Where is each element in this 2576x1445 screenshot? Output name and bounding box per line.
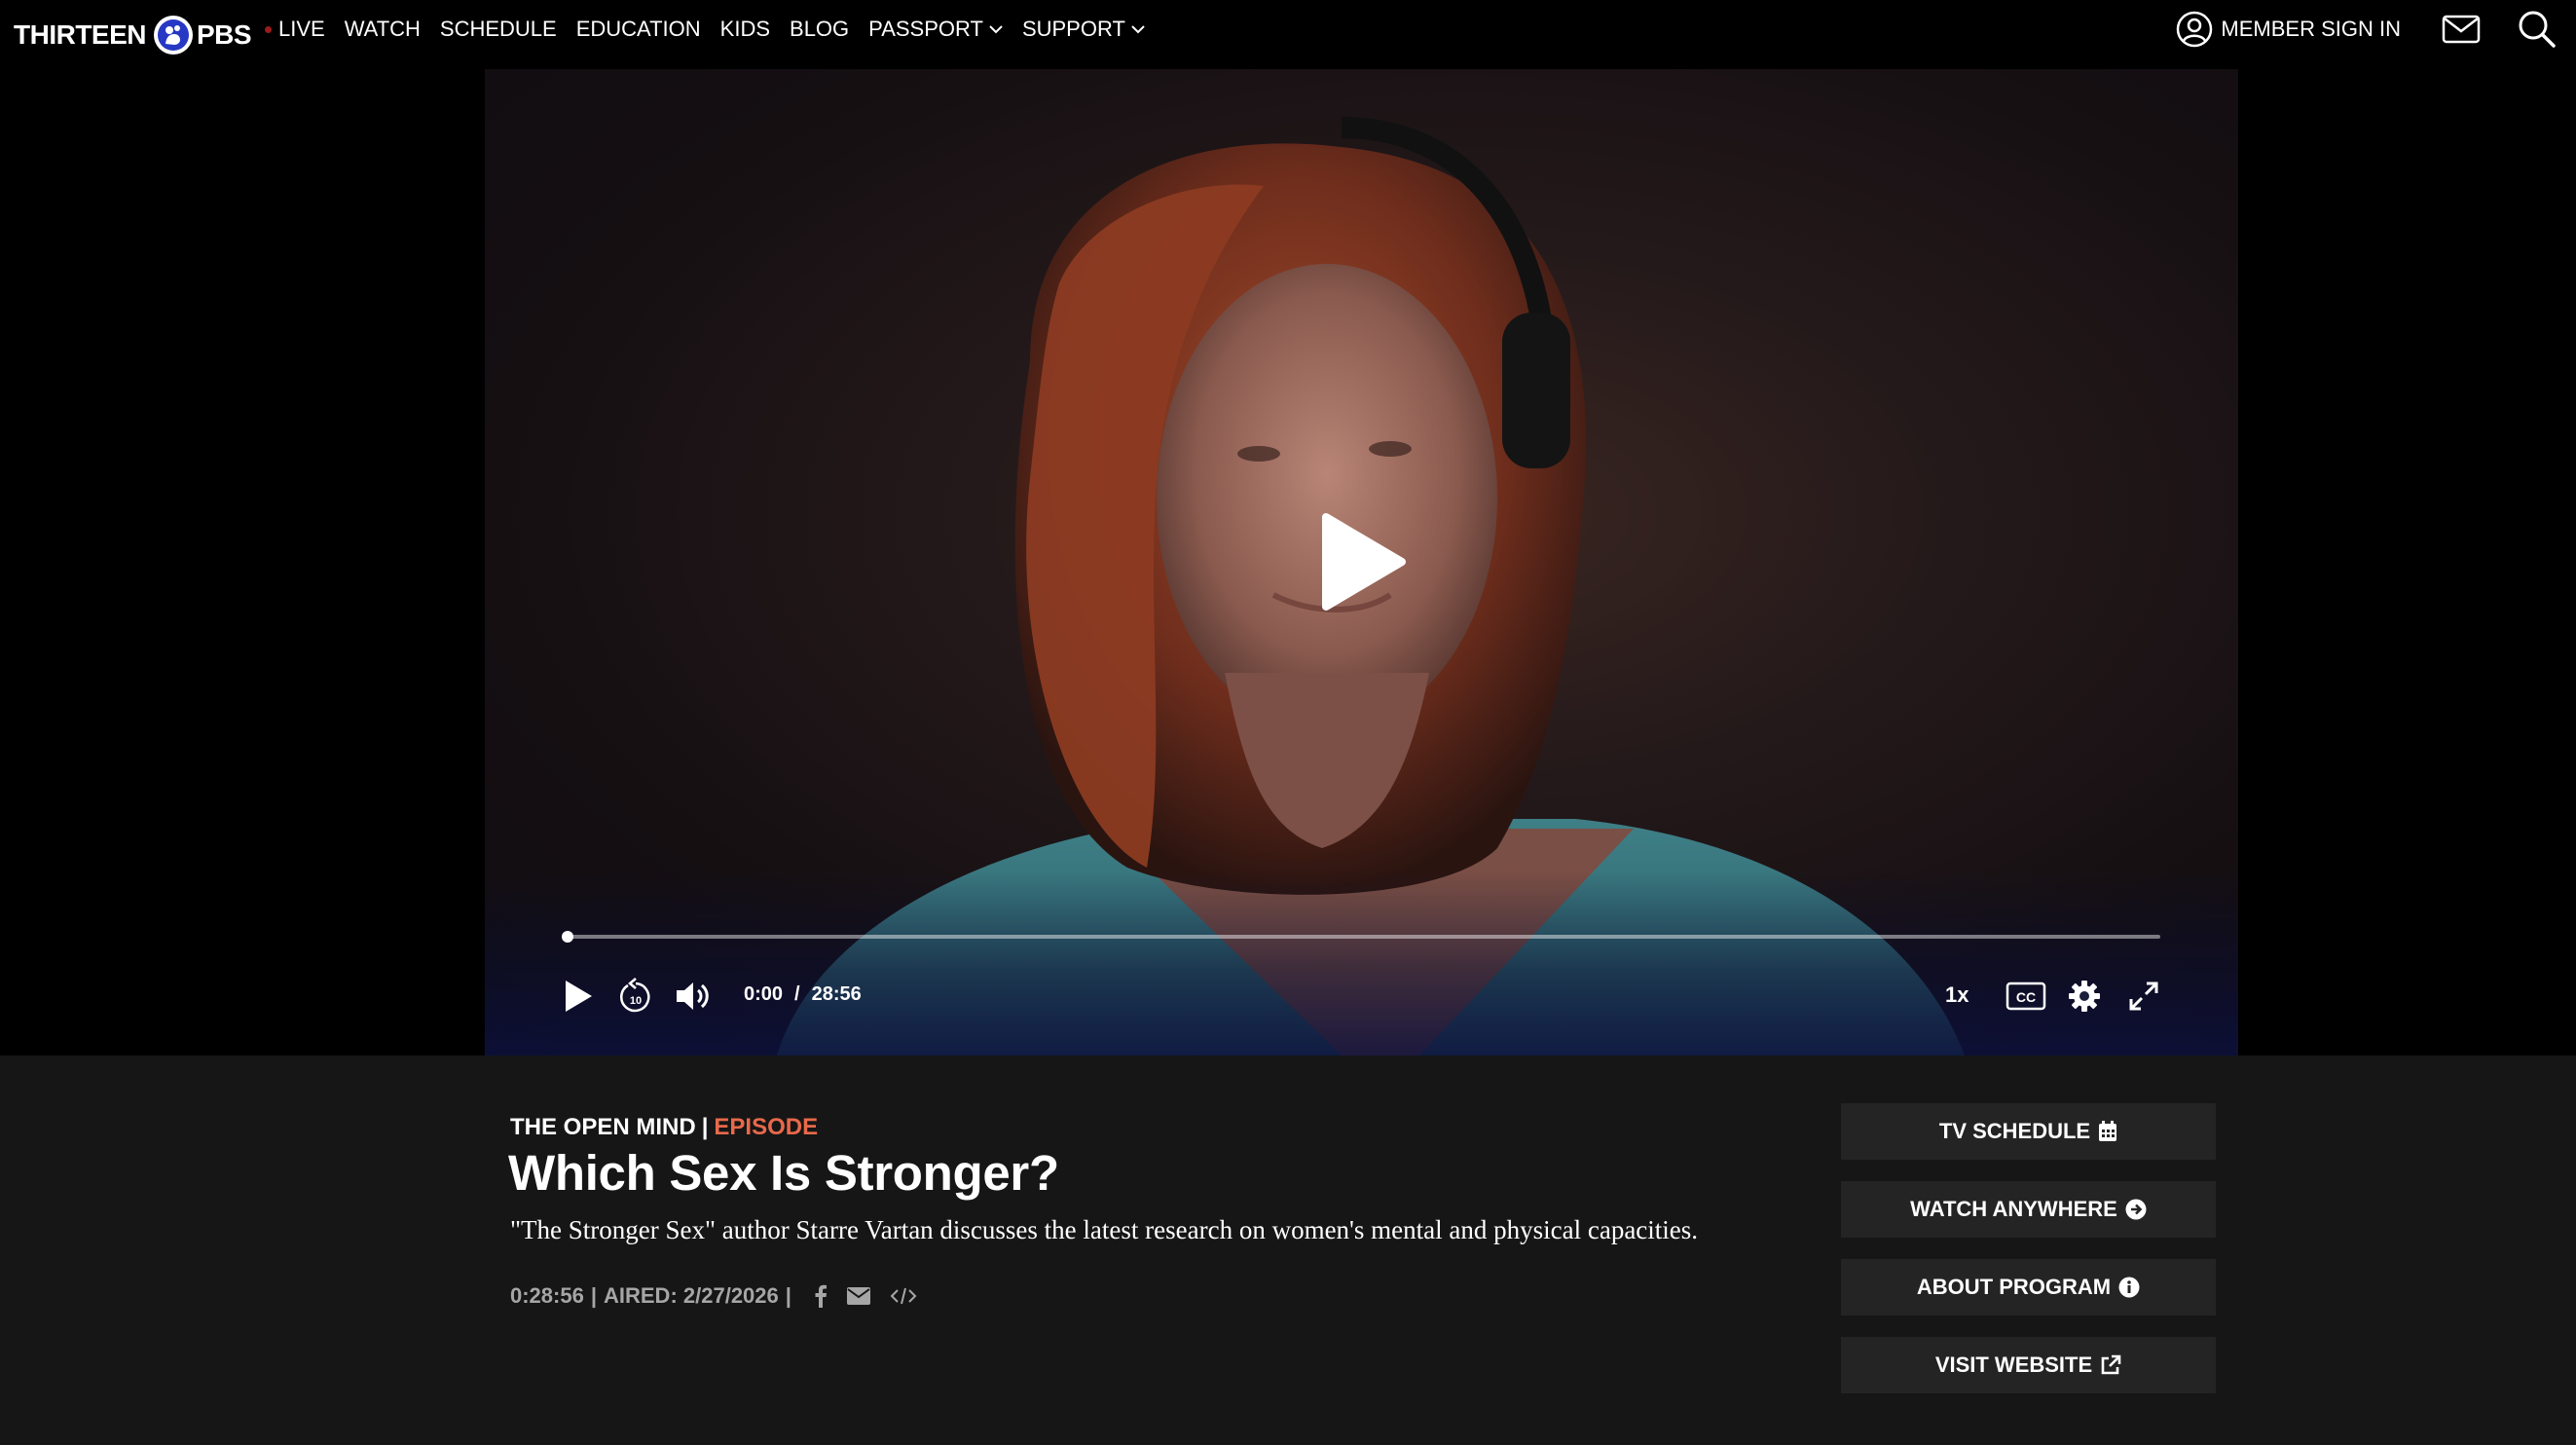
episode-description: "The Stronger Sex" author Starre Vartan … xyxy=(510,1215,1699,1244)
play-icon xyxy=(566,981,592,1012)
rewind-10-button[interactable]: 10 xyxy=(617,977,654,1016)
episode-type-label: EPISODE xyxy=(714,1114,819,1140)
cc-label: CC xyxy=(2016,989,2036,1005)
nav-passport[interactable]: PASSPORT xyxy=(868,17,1003,42)
episode-duration: 0:28:56 xyxy=(510,1283,584,1308)
volume-button[interactable] xyxy=(674,977,713,1016)
duration: 28:56 xyxy=(811,983,862,1005)
tv-schedule-button[interactable]: TV SCHEDULE xyxy=(1841,1103,2216,1160)
facebook-icon xyxy=(815,1284,827,1308)
progress-bar[interactable] xyxy=(562,931,2160,943)
rewind-10-icon: 10 xyxy=(620,978,650,1013)
show-name-link[interactable]: THE OPEN MIND xyxy=(510,1114,696,1140)
mail-button[interactable] xyxy=(2442,15,2481,44)
info-icon xyxy=(2118,1277,2140,1298)
arrow-circle-icon xyxy=(2125,1199,2147,1220)
nav-schedule[interactable]: SCHEDULE xyxy=(440,17,557,42)
mail-icon xyxy=(2442,15,2481,44)
play-button[interactable] xyxy=(561,977,596,1016)
chevron-down-icon xyxy=(989,25,1003,34)
site-logo[interactable]: THIRTEEN PBS xyxy=(14,10,252,60)
about-program-button[interactable]: ABOUT PROGRAM xyxy=(1841,1259,2216,1315)
member-sign-in-link[interactable]: MEMBER SIGN IN xyxy=(2176,11,2401,48)
nav-live[interactable]: LIVE xyxy=(265,17,325,42)
share-links xyxy=(814,1284,937,1308)
progress-handle[interactable] xyxy=(562,931,573,943)
episode-title: Which Sex Is Stronger? xyxy=(508,1145,1059,1201)
eyebrow-separator: | xyxy=(701,1114,709,1140)
time-separator: / xyxy=(794,983,800,1005)
settings-button[interactable] xyxy=(2066,978,2103,1015)
facebook-share-button[interactable] xyxy=(814,1284,828,1308)
main-nav-links: LIVE WATCH SCHEDULE EDUCATION KIDS BLOG … xyxy=(265,0,1164,58)
user-icon xyxy=(2177,11,2213,48)
brand-thirteen: THIRTEEN xyxy=(14,19,147,50)
live-dot-icon xyxy=(265,25,272,33)
current-time: 0:00 xyxy=(744,983,784,1005)
nav-passport-label: PASSPORT xyxy=(868,17,983,41)
cc-icon: CC xyxy=(2006,982,2046,1011)
chevron-down-icon xyxy=(1131,25,1145,34)
nav-support-label: SUPPORT xyxy=(1021,17,1125,41)
episode-eyebrow: THE OPEN MIND | EPISODE xyxy=(510,1114,818,1141)
top-navigation: THIRTEEN PBS LIVE WATCH SCHEDULE EDUCATI… xyxy=(0,0,2576,69)
nav-live-label: LIVE xyxy=(278,17,325,41)
nav-kids[interactable]: KIDS xyxy=(720,17,770,42)
nav-education[interactable]: EDUCATION xyxy=(576,17,701,42)
brand-pbs: PBS xyxy=(197,19,252,50)
controls-gradient xyxy=(485,871,2238,1056)
visit-website-label: VISIT WEBSITE xyxy=(1934,1352,2093,1377)
envelope-icon xyxy=(846,1287,870,1305)
big-play-icon[interactable] xyxy=(1320,511,1408,612)
settings-icon xyxy=(2069,981,2100,1012)
playback-speed-button[interactable]: 1x xyxy=(1945,982,1969,1008)
about-program-label: ABOUT PROGRAM xyxy=(1916,1275,2112,1299)
episode-aired-date: AIRED: 2/27/2026 xyxy=(604,1283,779,1308)
nav-watch[interactable]: WATCH xyxy=(345,17,421,42)
volume-icon xyxy=(677,982,709,1010)
nav-support[interactable]: SUPPORT xyxy=(1022,17,1145,42)
watch-anywhere-label: WATCH ANYWHERE xyxy=(1910,1197,2117,1221)
email-share-button[interactable] xyxy=(846,1287,870,1305)
tv-schedule-label: TV SCHEDULE xyxy=(1938,1119,2091,1143)
video-player[interactable] xyxy=(485,69,2238,1056)
visit-website-button[interactable]: VISIT WEBSITE xyxy=(1841,1337,2216,1393)
rewind-10-label: 10 xyxy=(630,995,642,1007)
fullscreen-icon xyxy=(2129,982,2158,1011)
fullscreen-button[interactable] xyxy=(2125,978,2162,1015)
episode-meta: 0:28:56 | AIRED: 2/27/2026 | xyxy=(510,1283,937,1309)
search-button[interactable] xyxy=(2518,10,2557,49)
pbs-logo-icon xyxy=(154,16,193,55)
meta-separator: | xyxy=(590,1283,597,1308)
nav-utilities: MEMBER SIGN IN xyxy=(2176,0,2576,58)
video-stage: 10 0:00 / 28:56 1x CC xyxy=(0,69,2576,1056)
watch-anywhere-button[interactable]: WATCH ANYWHERE xyxy=(1841,1181,2216,1238)
time-display: 0:00 / 28:56 xyxy=(744,983,862,1006)
calendar-icon xyxy=(2099,1121,2117,1141)
meta-separator: | xyxy=(785,1283,791,1308)
code-icon xyxy=(890,1287,917,1305)
embed-button[interactable] xyxy=(890,1286,917,1306)
external-link-icon xyxy=(2101,1354,2121,1375)
search-icon xyxy=(2519,11,2556,48)
cc-button[interactable]: CC xyxy=(2005,980,2047,1013)
nav-blog[interactable]: BLOG xyxy=(790,17,849,42)
member-sign-in-label: MEMBER SIGN IN xyxy=(2221,17,2401,41)
